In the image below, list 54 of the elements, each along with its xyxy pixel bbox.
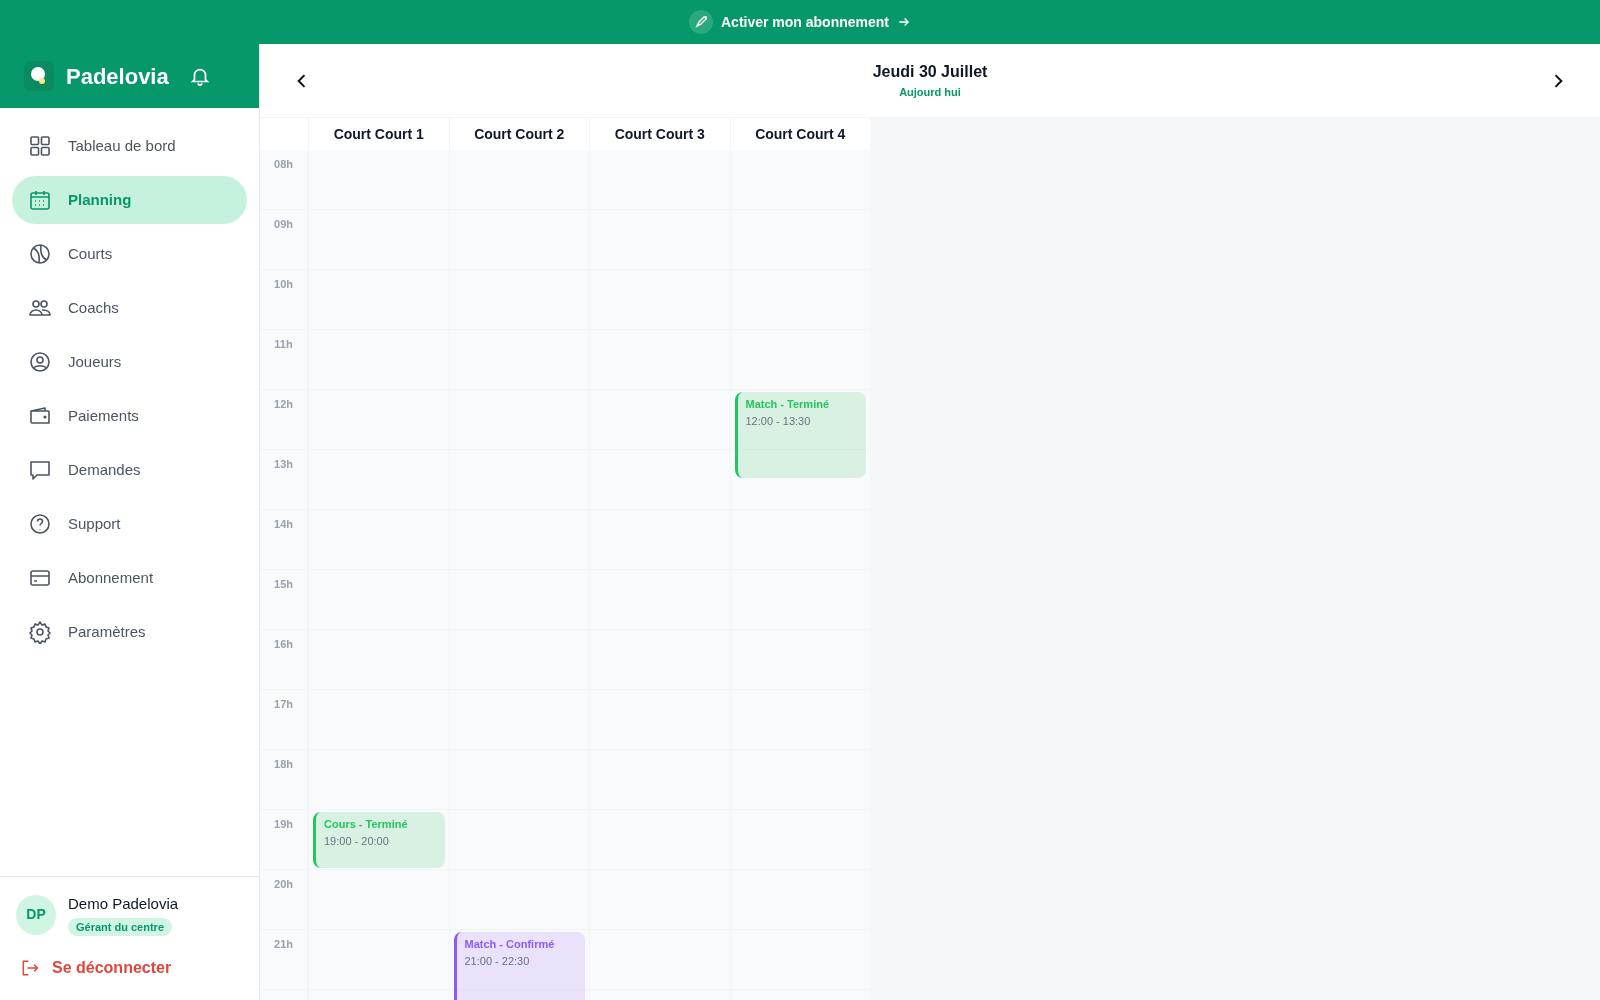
- user-avatar: DP: [16, 894, 56, 935]
- booking-title: Match - Confirmé: [464, 937, 555, 952]
- booking-time: 21:00 - 22:30: [464, 953, 530, 969]
- logout-icon: [20, 958, 40, 978]
- booking-card[interactable]: Match - Terminé 12:00 - 13:30: [734, 392, 866, 478]
- hour-label: 15h: [274, 577, 293, 590]
- hour-label: 20h: [274, 877, 293, 890]
- nav-item[interactable]: Tableau de bord: [12, 122, 247, 170]
- booking-title: Match - Terminé: [745, 397, 830, 412]
- hour-label: 18h: [274, 757, 293, 770]
- nav-item[interactable]: Abonnement: [12, 554, 247, 602]
- hour-label: 10h: [274, 277, 293, 290]
- booking-time: 19:00 - 20:00: [324, 833, 389, 849]
- user-name: Demo Padelovia: [68, 894, 179, 914]
- booking-card[interactable]: Cours - Terminé 19:00 - 20:00: [313, 812, 445, 868]
- hour-label: 17h: [274, 697, 293, 710]
- settings-icon: [28, 620, 52, 644]
- hour-label: 11h: [274, 337, 293, 350]
- calendar-icon: [28, 188, 52, 212]
- ball-icon: [28, 242, 52, 266]
- nav-item[interactable]: Support: [12, 500, 247, 548]
- logout-button[interactable]: Se déconnecter: [16, 956, 176, 980]
- hour-label: 08h: [274, 157, 293, 170]
- hour-label: 19h: [274, 817, 293, 830]
- booking-title: Cours - Terminé: [324, 817, 408, 832]
- court-header: Court Court 1: [333, 124, 424, 144]
- hour-label: 12h: [274, 397, 293, 410]
- nav-item[interactable]: Courts: [12, 230, 247, 278]
- booking-time: 12:00 - 13:30: [745, 413, 811, 429]
- nav-item[interactable]: Coachs: [12, 284, 247, 332]
- chat-icon: [28, 458, 52, 482]
- court-header: Court Court 3: [614, 124, 705, 144]
- nav-item[interactable]: Paramètres: [12, 608, 247, 656]
- brand-name: Padelovia: [66, 62, 169, 91]
- booking-card[interactable]: Match - Confirmé 21:00 - 22:30: [453, 932, 585, 1000]
- hour-label: 09h: [274, 217, 293, 230]
- hour-label: 13h: [274, 457, 293, 470]
- grid-icon: [28, 134, 52, 158]
- court-header: Court Court 4: [755, 124, 846, 144]
- role-badge: Gérant du centre: [68, 917, 173, 936]
- help-icon: [28, 512, 52, 536]
- logo-icon: [24, 61, 54, 91]
- nav-item[interactable]: Demandes: [12, 446, 247, 494]
- hour-label: 14h: [274, 517, 293, 530]
- today-label: Aujourd hui: [899, 85, 961, 101]
- arrow-right-icon: [897, 15, 911, 29]
- nav-item[interactable]: Paiements: [12, 392, 247, 440]
- court-header: Court Court 2: [474, 124, 565, 144]
- date-title: Jeudi 30 Juillet: [872, 62, 988, 83]
- hour-label: 21h: [274, 937, 293, 950]
- hour-label: 16h: [274, 637, 293, 650]
- user-circle-icon: [28, 350, 52, 374]
- activate-subscription-link[interactable]: Activer mon abonnement: [689, 10, 911, 34]
- nav-item[interactable]: Joueurs: [12, 338, 247, 386]
